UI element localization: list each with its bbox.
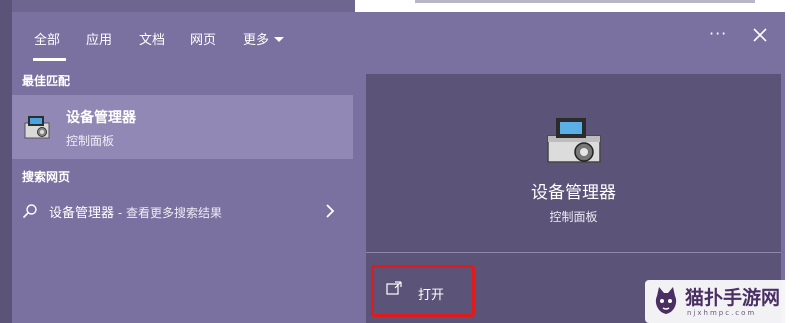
active-tab-indicator — [33, 58, 66, 61]
close-icon[interactable] — [750, 25, 770, 45]
best-match-subtitle: 控制面板 — [66, 134, 115, 148]
device-manager-icon — [547, 118, 601, 163]
best-match-title: 设备管理器 — [66, 110, 136, 126]
device-manager-icon — [24, 116, 50, 139]
tab-documents[interactable]: 文档 — [139, 29, 165, 48]
background-window-top — [355, 0, 785, 12]
tab-all[interactable]: 全部 — [34, 29, 60, 48]
preview-title: 设备管理器 — [531, 183, 616, 203]
search-icon — [22, 204, 37, 219]
open-icon — [386, 281, 402, 295]
tab-web[interactable]: 网页 — [190, 29, 216, 48]
web-search-suffix: - 查看更多搜索结果 — [114, 206, 222, 220]
search-panel: 全部 应用 文档 网页 更多 ··· 最佳匹配 设备管理器 控制面板 搜索网页 … — [12, 12, 785, 323]
site-watermark: 猫扑手游网 njxhmpc.com — [645, 280, 802, 323]
cat-logo-icon — [655, 287, 677, 314]
tab-more[interactable]: 更多 — [243, 29, 285, 48]
open-button[interactable]: 打开 — [418, 284, 444, 303]
desktop-background-right — [785, 0, 802, 323]
watermark-url: njxhmpc.com — [687, 309, 757, 317]
best-match-heading: 最佳匹配 — [22, 74, 71, 88]
web-search-result[interactable]: 设备管理器 - 查看更多搜索结果 — [12, 197, 353, 225]
web-search-query: 设备管理器 — [49, 206, 115, 221]
chevron-right-icon[interactable] — [325, 204, 335, 218]
web-search-text: 设备管理器 - 查看更多搜索结果 — [49, 202, 222, 221]
desktop-background-left — [0, 0, 12, 323]
preview-subtitle: 控制面板 — [549, 210, 598, 224]
tab-more-label: 更多 — [243, 33, 270, 48]
web-search-heading: 搜索网页 — [22, 170, 71, 184]
chevron-down-icon — [274, 37, 285, 42]
watermark-text: 猫扑手游网 — [685, 287, 781, 309]
background-window-text-line — [415, 0, 755, 3]
more-options-button[interactable]: ··· — [709, 24, 727, 43]
best-match-result[interactable]: 设备管理器 控制面板 — [12, 95, 353, 159]
preview-divider — [366, 252, 781, 253]
search-header: 全部 应用 文档 网页 更多 ··· — [12, 12, 785, 62]
tab-apps[interactable]: 应用 — [86, 29, 112, 48]
